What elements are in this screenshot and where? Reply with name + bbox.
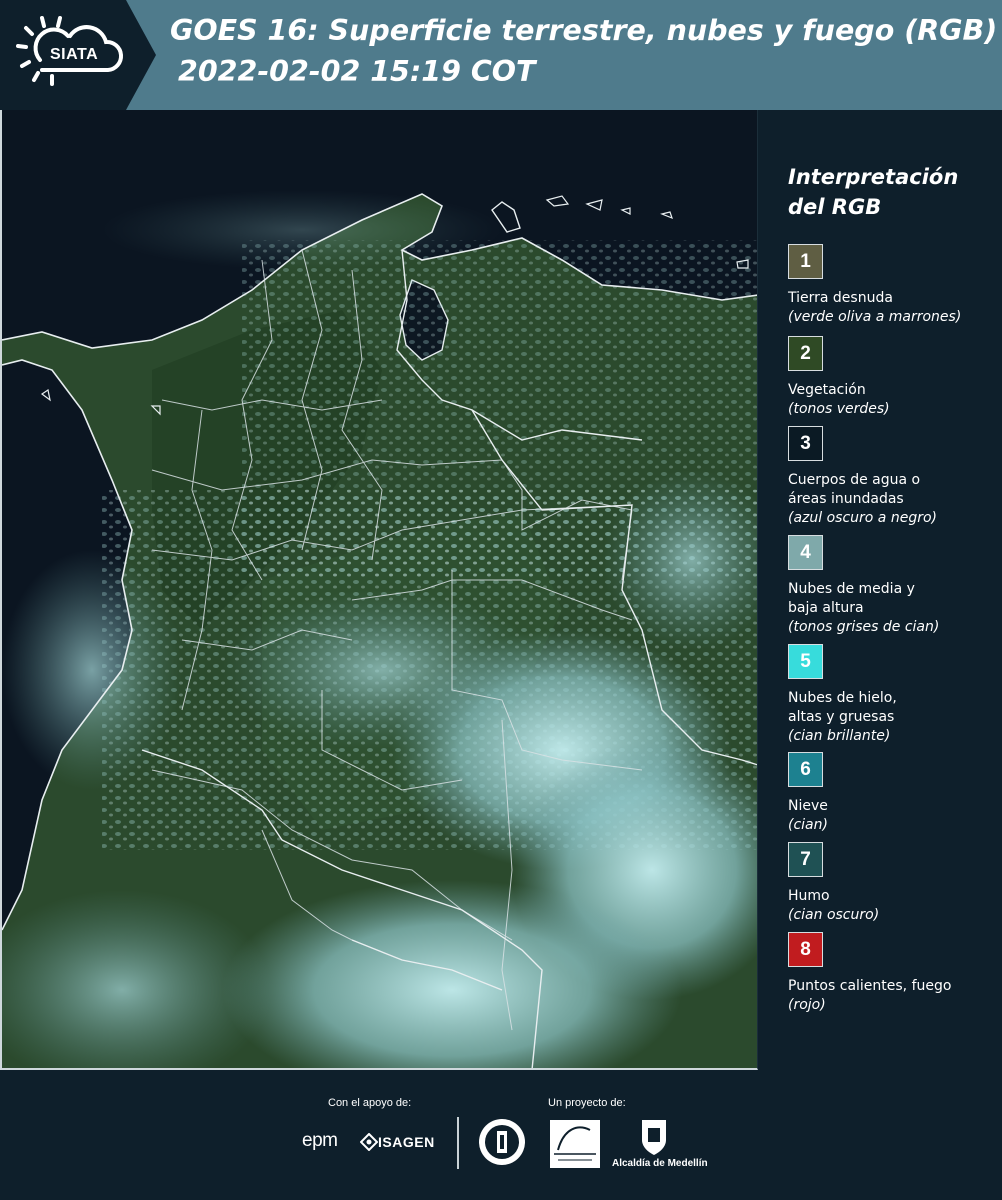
legend-item: 8 Puntos calientes, fuego (rojo) (788, 932, 993, 1015)
cloud-cluster (102, 190, 502, 270)
legend-item: 2 Vegetación (tonos verdes) (788, 336, 993, 419)
legend-item: 3 Cuerpos de agua o áreas inundadas (azul … (788, 426, 938, 528)
legend-swatch: 2 (788, 336, 823, 371)
legend-panel: Interpretación del RGB (788, 162, 998, 242)
cloud-cluster (222, 590, 542, 750)
legend-swatch: 8 (788, 932, 823, 967)
legend-label: Tierra desnuda (788, 290, 893, 306)
siata-logo-text: SIATA (50, 46, 99, 63)
isagen-logo: ISAGEN (378, 1134, 435, 1150)
legend-label: Cuerpos de agua o áreas inundadas (788, 472, 921, 507)
legend-label: Nieve (788, 798, 828, 814)
legend-swatch: 4 (788, 535, 823, 570)
legend-swatch: 3 (788, 426, 823, 461)
legend-description: (rojo) (788, 997, 826, 1013)
university-seal-icon (479, 1119, 525, 1165)
legend-swatch: 5 (788, 644, 823, 679)
legend-item: 7 Humo (cian oscuro) (788, 842, 993, 925)
legend-item: 4 Nubes de media y baja altura (tonos gris… (788, 535, 939, 637)
legend-description: (cian brillante) (788, 728, 891, 744)
project-label: Un proyecto de: (548, 1097, 626, 1109)
legend-description: (cian oscuro) (788, 907, 880, 923)
legend-item: 5 Nubes de hielo, altas y gruesas (cian br… (788, 644, 918, 746)
satellite-map-svg (2, 110, 757, 1068)
siata-logo-block: SIATA (0, 0, 156, 110)
legend-description: (verde oliva a marrones) (788, 309, 962, 325)
page-timestamp: 2022-02-02 15:19 COT (178, 55, 536, 88)
support-label: Con el apoyo de: (328, 1097, 412, 1109)
legend-label: Humo (788, 888, 830, 904)
footer-divider (457, 1117, 459, 1169)
legend-item: 6 Nieve (cian) (788, 752, 993, 835)
area-metropolitana-icon (554, 1126, 596, 1161)
legend-description: (azul oscuro a negro) (788, 510, 937, 526)
epm-logo: epm (302, 1130, 338, 1151)
legend-description: (cian) (788, 817, 828, 833)
legend-label: Puntos calientes, fuego (788, 978, 952, 994)
legend-description: (tonos grises de cian) (788, 619, 940, 635)
legend-label: Nubes de hielo, altas y gruesas (788, 690, 897, 725)
area-metropolitana-logo (550, 1120, 600, 1168)
legend-swatch: 1 (788, 244, 823, 279)
alcaldia-shield-icon (642, 1120, 666, 1155)
legend-label: Nubes de media y baja altura (788, 581, 915, 616)
page-title: GOES 16: Superficie terrestre, nubes y f… (170, 14, 998, 47)
legend-label: Vegetación (788, 382, 866, 398)
legend-description: (tonos verdes) (788, 401, 890, 417)
legend-item: 1 Tierra desnuda (verde oliva a marrones) (788, 244, 993, 327)
isagen-logo-icon (360, 1133, 378, 1151)
legend-swatch: 7 (788, 842, 823, 877)
legend-swatch: 6 (788, 752, 823, 787)
satellite-image[interactable] (0, 110, 758, 1070)
alcaldia-label: Alcaldía de Medellín (612, 1158, 708, 1169)
legend-title: Interpretación del RGB (788, 165, 959, 219)
